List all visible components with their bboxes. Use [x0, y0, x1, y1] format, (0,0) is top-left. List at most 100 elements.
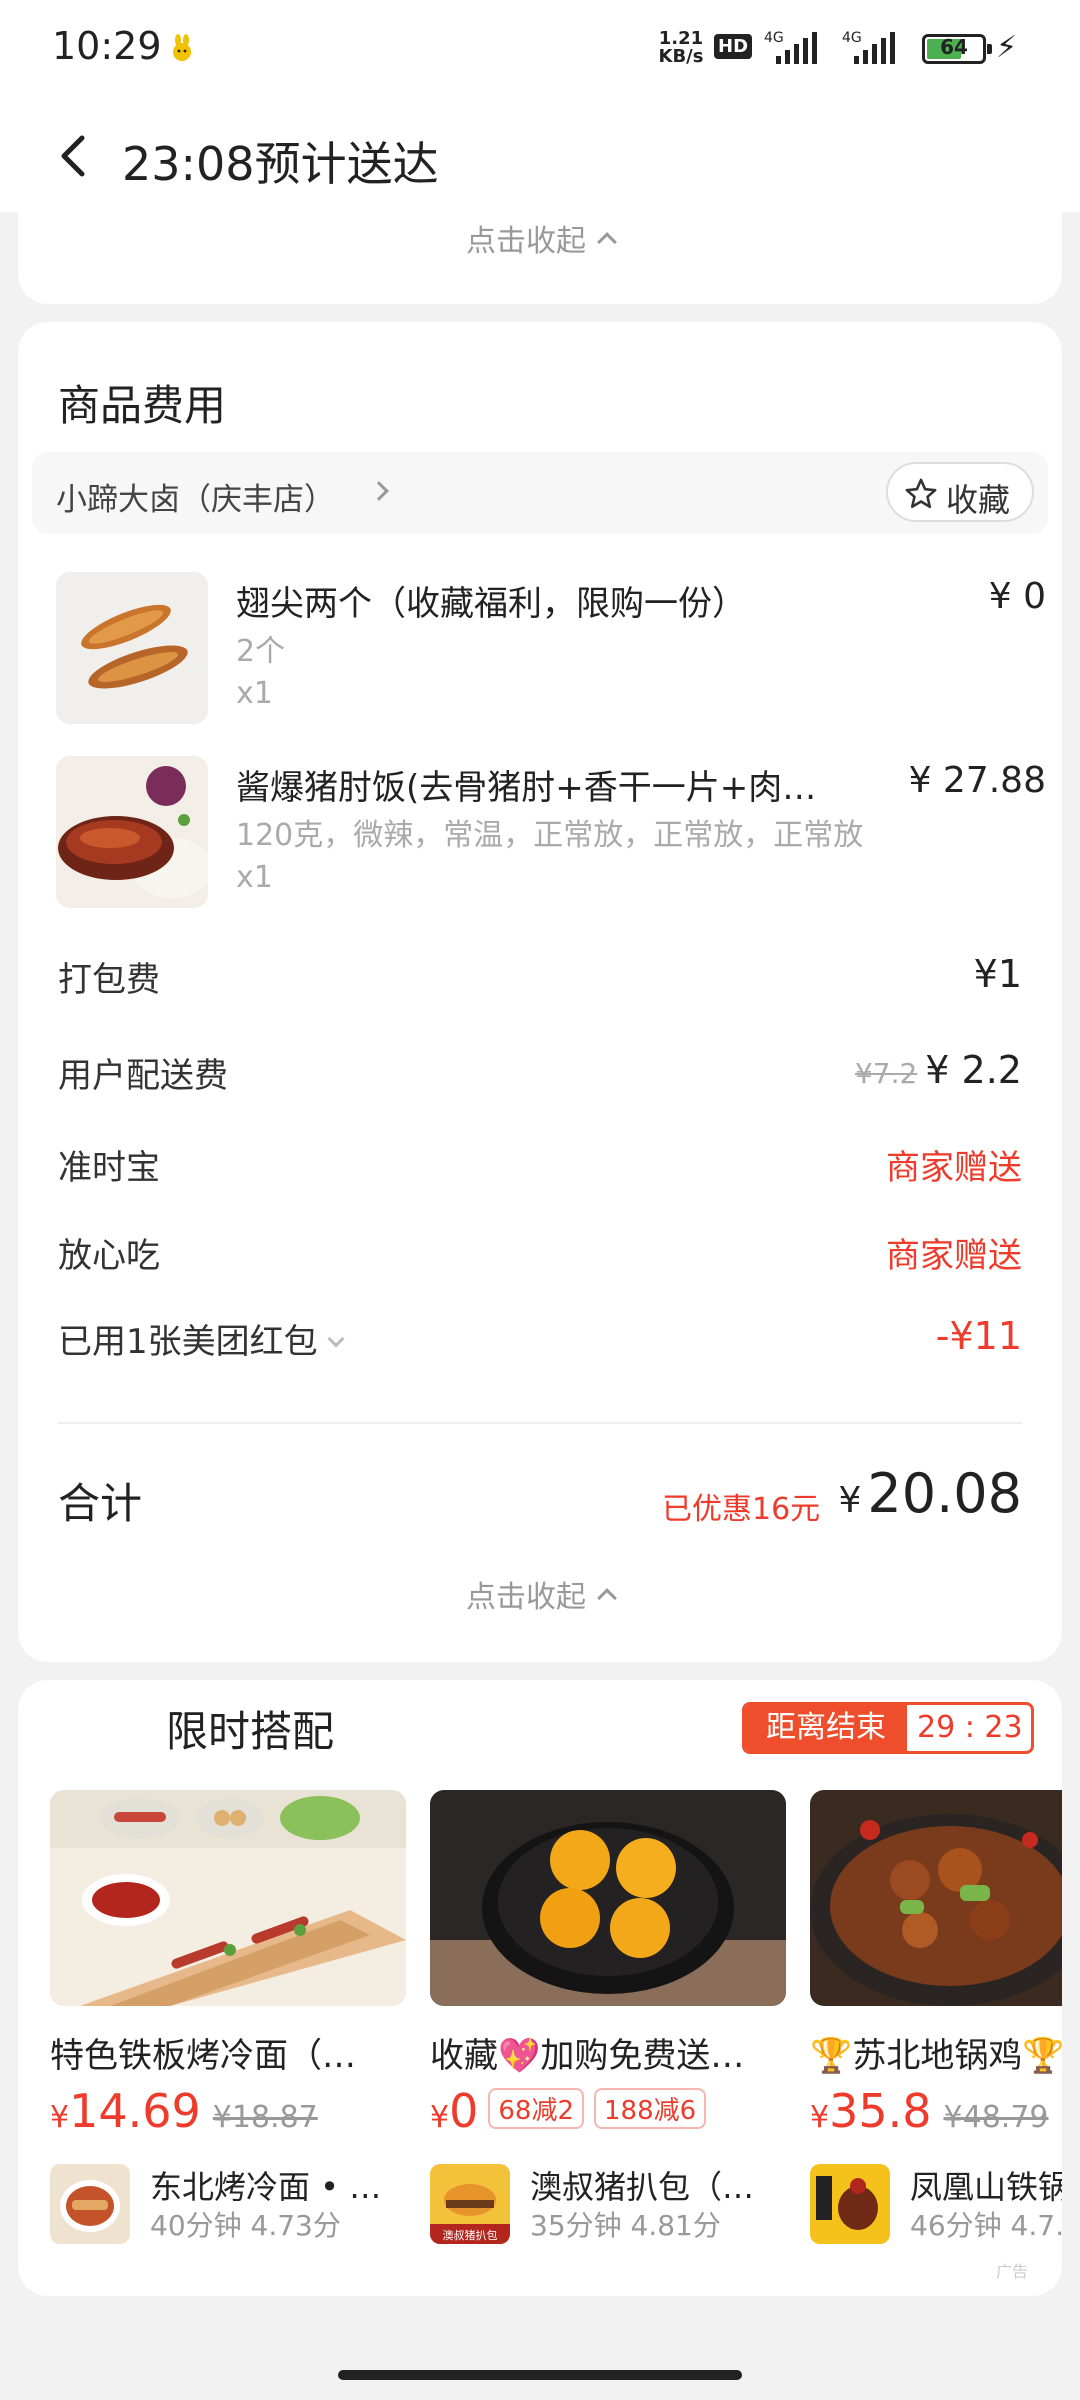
delivery-fee-value: ¥ 2.2 [925, 1048, 1022, 1092]
shop-logo: 澳叔猪扒包 [430, 2164, 510, 2244]
product-shop-name: 东北烤冷面 • … [150, 2168, 382, 2206]
delivery-fee-original: ¥7.2 [854, 1057, 918, 1090]
hd-badge: HD [714, 34, 753, 59]
total-currency: ¥ [838, 1480, 862, 1521]
favorite-button[interactable]: 收藏 [886, 462, 1034, 522]
red-packet-text: 已用1张美团红包 [58, 1322, 318, 1362]
product-image [810, 1790, 1062, 2006]
signal-4g-icon-1: 4G [764, 30, 817, 64]
page-title: 23:08预计送达 [122, 137, 439, 191]
product-price-value: 14.69 [69, 2084, 201, 2138]
signal-label-2: 4G [842, 30, 862, 46]
item-price: ¥ 27.88 [908, 760, 1046, 801]
product-image [430, 1790, 786, 2006]
shop-bar[interactable]: 小蹄大卤（庆丰店） 收藏 [32, 452, 1048, 534]
combo-title: 限时搭配 [166, 1707, 335, 1756]
product-price-value: 35.8 [829, 2084, 932, 2138]
chevron-up-icon [597, 232, 617, 252]
collapse-label: 点击收起 [466, 1580, 586, 1615]
product-shop-name: 凤凰山铁锅… [910, 2168, 1062, 2206]
notification-bunny-icon [173, 34, 191, 61]
timer-label: 距离结束 [745, 1705, 907, 1751]
chevron-right-icon [369, 481, 389, 501]
item-spec: 120克，微辣，常温，正常放，正常放，正常放 [236, 818, 864, 853]
item-thumbnail [56, 572, 208, 724]
net-speed-unit: KB/s [658, 46, 704, 67]
order-item[interactable]: 翅尖两个（收藏福利，限购一份） 2个 x1 ¥ 0 [56, 572, 1046, 726]
timer-countdown: 29 : 23 [917, 1710, 1023, 1745]
product-shop-meta: 35分钟 4.81分 [530, 2209, 721, 2242]
combo-product[interactable]: 特色铁板烤冷面（… ¥14.69 ¥18.87 东北烤冷面 • … 40分钟 4.… [50, 1790, 410, 2270]
packing-fee-value: ¥1 [973, 952, 1022, 996]
item-spec: 2个 [236, 634, 286, 669]
chevron-up-icon [597, 1588, 617, 1608]
product-name: 收藏💖加购免费送… [430, 2036, 745, 2076]
red-packet-row[interactable]: 已用1张美团红包 -¥11 [58, 1314, 1022, 1364]
combo-card: 限时搭配 距离结束 29 : 23 特色铁板烤冷面（… ¥14.69 ¥18.87 [18, 1680, 1062, 2296]
product-currency: ¥ [810, 2100, 830, 2135]
shop-name: 小蹄大卤（庆丰店） [56, 482, 335, 518]
cost-card: 商品费用 小蹄大卤（庆丰店） 收藏 翅尖两个（收藏福利，限购一份） 2个 x1 … [18, 322, 1062, 1662]
page-header: 23:08预计送达 [0, 100, 1080, 212]
product-currency: ¥ [50, 2100, 70, 2135]
item-quantity: x1 [236, 860, 273, 895]
product-old-price: ¥48.79 [943, 2100, 1049, 2135]
discount-text: 已优惠16元 [662, 1492, 821, 1527]
packing-fee-label: 打包费 [58, 960, 160, 1000]
combo-product[interactable]: 收藏💖加购免费送… ¥0 68减2 188减6 澳叔猪扒包 澳叔猪扒包（… 35分钟… [430, 1790, 790, 2270]
item-quantity: x1 [236, 676, 273, 711]
red-packet-label: 已用1张美团红包 [58, 1314, 345, 1363]
delivery-info-card: 点击收起 [18, 212, 1062, 304]
net-speed: 1.21 KB/s [656, 30, 706, 66]
product-price-value: 0 [449, 2084, 479, 2138]
product-price: ¥35.8 ¥48.79 [810, 2084, 1049, 2138]
battery-icon: 64 [922, 34, 992, 64]
ontime-guarantee-value: 商家赠送 [886, 1148, 1022, 1188]
product-image [50, 1790, 406, 2006]
product-old-price: ¥18.87 [212, 2100, 318, 2135]
total-value: 20.08 [867, 1462, 1022, 1525]
charging-icon: ⚡ [996, 30, 1018, 65]
total-amount: ¥20.08 [839, 1462, 1023, 1525]
delivery-fee-label: 用户配送费 [58, 1056, 228, 1096]
ontime-guarantee-label: 准时宝 [58, 1148, 160, 1188]
product-shop-name: 澳叔猪扒包（… [530, 2168, 755, 2206]
battery-level: 64 [940, 35, 968, 59]
collapse-label: 点击收起 [466, 224, 586, 259]
delivery-fee-amount: ¥7.2 ¥ 2.2 [855, 1048, 1022, 1092]
countdown-timer: 距离结束 29 : 23 [742, 1702, 1034, 1754]
back-arrow-icon[interactable] [50, 126, 100, 186]
cost-section-title: 商品费用 [58, 381, 227, 430]
safe-eat-row: 放心吃 商家赠送 [58, 1228, 1022, 1278]
order-item[interactable]: 酱爆猪肘饭(去骨猪肘+香干一片+肉… 120克，微辣，常温，正常放，正常放，正常… [56, 756, 1046, 910]
red-packet-value: -¥11 [935, 1314, 1022, 1358]
star-icon [905, 478, 937, 509]
shop-logo [810, 2164, 890, 2244]
chevron-down-icon [327, 1330, 345, 1348]
product-price: ¥0 68减2 188减6 [430, 2084, 707, 2138]
collapse-toggle[interactable]: 点击收起 [18, 216, 1062, 260]
product-name: 特色铁板烤冷面（… [50, 2036, 356, 2076]
signal-label-1: 4G [764, 30, 784, 46]
shop-logo [50, 2164, 130, 2244]
product-currency: ¥ [430, 2100, 450, 2135]
product-name: 🏆苏北地锅鸡🏆 [810, 2036, 1062, 2076]
divider [58, 1422, 1022, 1424]
item-name: 翅尖两个（收藏福利，限购一份） [236, 584, 746, 624]
item-name: 酱爆猪肘饭(去骨猪肘+香干一片+肉… [236, 768, 817, 808]
total-label: 合计 [58, 1479, 143, 1528]
home-indicator[interactable] [338, 2370, 742, 2380]
status-time: 10:29 [52, 24, 162, 68]
combo-product[interactable]: 🏆苏北地锅鸡🏆 ¥35.8 ¥48.79 凤凰山铁锅… 46分钟 4.7… [810, 1790, 1062, 2270]
ad-label: 广告 [995, 2262, 1028, 2281]
collapse-toggle[interactable]: 点击收起 [18, 1572, 1062, 1616]
item-price: ¥ 0 [988, 576, 1046, 617]
product-price: ¥14.69 ¥18.87 [50, 2084, 318, 2138]
item-thumbnail [56, 756, 208, 908]
ontime-guarantee-row: 准时宝 商家赠送 [58, 1140, 1022, 1190]
shop-logo-text: 澳叔猪扒包 [443, 2228, 498, 2242]
product-shop-meta: 40分钟 4.73分 [150, 2209, 341, 2242]
favorite-label: 收藏 [946, 481, 1011, 519]
signal-4g-icon-2: 4G [842, 30, 895, 64]
safe-eat-value: 商家赠送 [886, 1236, 1022, 1276]
